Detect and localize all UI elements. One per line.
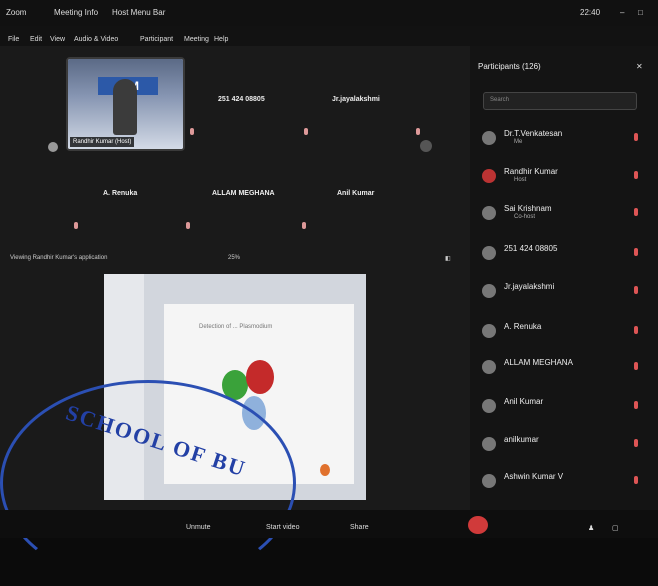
participant-name: 251 424 08805 [504,244,558,253]
participant-name: Dr.T.Venkatesan [504,129,563,138]
mic-muted-icon [74,222,78,229]
participant-row[interactable]: anilkumar [478,431,653,461]
minimize-icon[interactable]: – [620,8,624,17]
participant-row[interactable]: A. Renuka [478,318,653,348]
avatar [482,246,496,260]
gallery-tile-2[interactable]: Jr.jayalakshmi [332,96,380,103]
mic-muted-icon [634,133,638,141]
participant-row[interactable]: Anil Kumar [478,393,653,423]
unmute-button[interactable]: Unmute [186,524,211,531]
participant-row[interactable]: 251 424 08805 [478,240,653,270]
participant-name: Jr.jayalakshmi [504,282,555,291]
mic-muted-icon [634,476,638,484]
mic-muted-icon [190,128,194,135]
avatar [482,437,496,451]
mic-muted-icon [634,439,638,447]
avatar [482,206,496,220]
start-video-button[interactable]: Start video [266,524,299,531]
participant-name: Randhir Kumar [504,167,558,176]
close-icon[interactable]: ✕ [636,62,643,71]
participant-row[interactable]: Sai Krishnam Co-host [478,200,653,230]
mic-muted-icon [186,222,190,229]
participant-name: anilkumar [504,435,539,444]
participant-role: Co-host [514,214,536,220]
participant-name: Ashwin Kumar V [504,472,564,481]
host-tile-label: Randhir Kumar (Host) [70,137,135,147]
mic-muted-icon [416,128,420,135]
avatar [482,360,496,374]
participant-name: Anil Kumar [504,397,544,406]
mic-muted-icon [634,401,638,409]
mic-muted-icon [634,248,638,256]
avatar [482,324,496,338]
participant-row[interactable]: Randhir Kumar Host [478,163,653,193]
red-blob [246,360,274,394]
participants-icon[interactable]: ♟ [588,524,594,532]
host-person [113,79,137,135]
gallery-tile-5[interactable]: Anil Kumar [337,190,374,197]
view-options-icon[interactable]: ◧ [445,255,451,262]
menu-view[interactable]: View [50,36,65,43]
avatar [482,169,496,183]
avatar [48,142,58,152]
menu-meeting[interactable]: Meeting [184,36,209,43]
mic-muted-icon [634,208,638,216]
mic-muted-icon [634,326,638,334]
host-video-tile[interactable]: NIM Randhir Kumar (Host) [66,57,185,151]
participants-header: Participants (126) [478,62,541,71]
avatar [482,131,496,145]
viewing-label: Viewing Randhir Kumar's application [10,255,108,261]
menu-file[interactable]: File [8,36,19,43]
mic-muted-icon [304,128,308,135]
host-menu-bar[interactable]: Host Menu Bar [112,8,165,17]
maximize-icon[interactable]: □ [638,8,643,17]
avatar [482,399,496,413]
mic-muted-icon [302,222,306,229]
gallery-next-icon[interactable] [420,140,432,152]
meeting-toolbar: Unmute Start video Share ♟ ▢ [0,510,658,538]
gallery-tile-4[interactable]: ALLAM MEGHANA [212,190,275,197]
participant-row[interactable]: Jr.jayalakshmi [478,278,653,308]
menu-edit[interactable]: Edit [30,36,42,43]
school-stamp [0,380,296,586]
mic-muted-icon [634,362,638,370]
participants-search-input[interactable]: Search [483,92,637,110]
clock: 22:40 [580,8,601,17]
participant-role: Host [514,177,527,183]
participant-row[interactable]: Dr.T.Venkatesan Me [478,125,653,155]
viewing-bar: Viewing Randhir Kumar's application 25% … [10,255,465,269]
participant-role: Me [514,139,523,145]
leave-button[interactable] [468,516,488,534]
search-placeholder: Search [490,97,510,103]
zoom-level[interactable]: 25% [228,255,240,261]
menu-help[interactable]: Help [214,36,228,43]
app-title: Zoom [6,8,27,17]
orange-blob [320,464,330,476]
participant-row[interactable]: Ashwin Kumar V [478,468,653,498]
participant-name: Sai Krishnam [504,204,552,213]
slide-title: Detection of ... Plasmodium [199,324,273,330]
meeting-info-link[interactable]: Meeting Info [54,8,98,17]
participant-name: A. Renuka [504,322,542,331]
menu-audio-video[interactable]: Audio & Video [74,36,118,43]
gallery-tile-1[interactable]: 251 424 08805 [218,96,265,103]
title-bar: Zoom Meeting Info Host Menu Bar 22:40 – … [0,0,658,26]
mic-muted-icon [634,286,638,294]
avatar [482,284,496,298]
avatar [482,474,496,488]
gallery-tile-3[interactable]: A. Renuka [103,190,137,197]
menu-participant[interactable]: Participant [140,36,173,43]
share-button[interactable]: Share [350,524,369,531]
chat-icon[interactable]: ▢ [612,524,619,532]
mic-muted-icon [634,171,638,179]
menu-bar: File Edit View Audio & Video Participant… [0,26,658,46]
participant-row[interactable]: ALLAM MEGHANA [478,354,653,384]
participant-name: ALLAM MEGHANA [504,358,573,367]
